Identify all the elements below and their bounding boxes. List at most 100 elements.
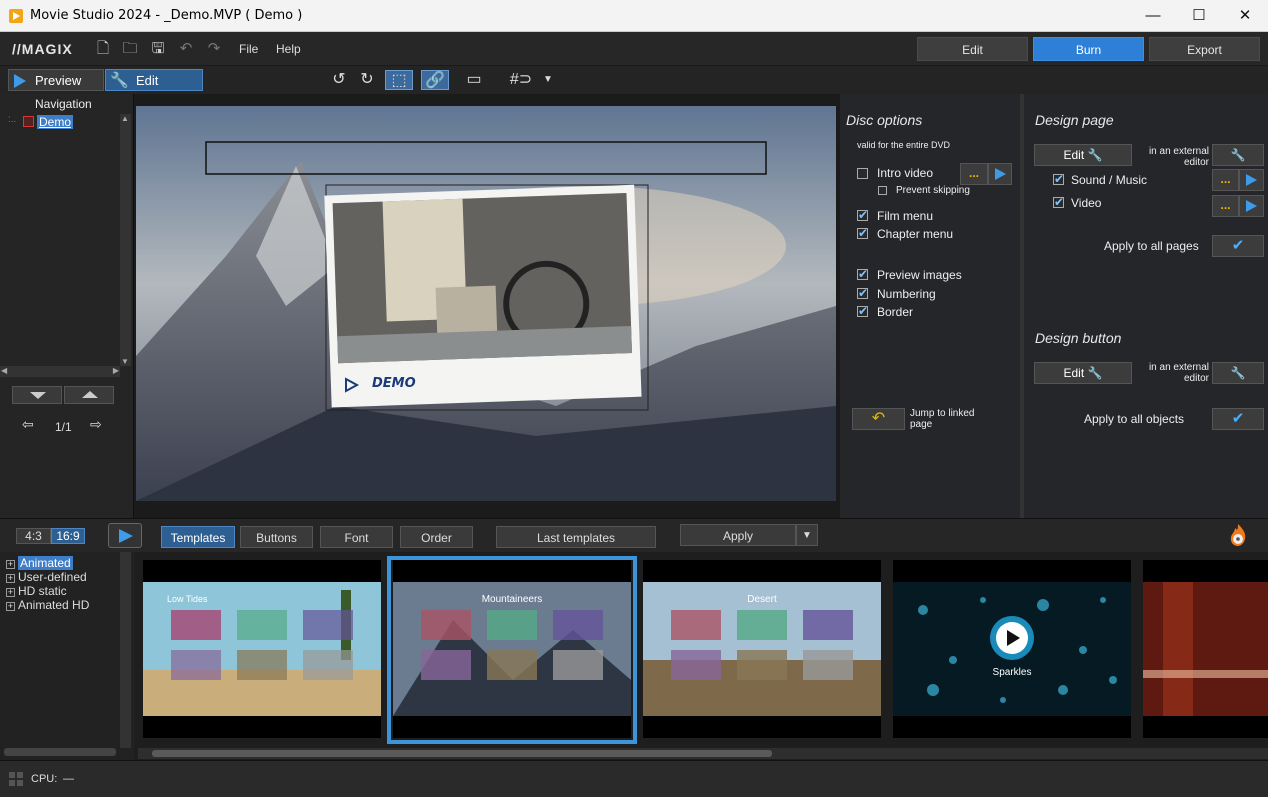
last-templates-button[interactable]: Last templates [496, 526, 656, 548]
thumb-title: Low Tides [167, 594, 208, 604]
sound-music-label: Sound / Music [1071, 173, 1148, 187]
chapter-menu-checkbox[interactable] [857, 226, 868, 240]
jump-label: Jump to linked page [910, 408, 975, 430]
rotate-left-icon[interactable]: ↺ [328, 70, 350, 90]
new-file-icon[interactable]: 🗋 [94, 40, 112, 58]
rotate-right-icon[interactable]: ↻ [356, 70, 378, 90]
edit-mode-button[interactable]: Edit [917, 37, 1028, 61]
nav-scrollbar[interactable]: ▲ ▼ [120, 114, 131, 366]
sound-music-checkbox[interactable] [1053, 172, 1064, 186]
burn-flame-icon [1226, 522, 1250, 548]
burn-mode-button[interactable]: Burn [1033, 37, 1144, 61]
navigation-panel: Navigation :.. Demo ▲ ▼ ◀ ▶ ⇦ 1/1 ⇨ [0, 94, 134, 518]
toolbar: Preview 🔧 Edit ↺ ↻ ⬚ 🔗 ▭ #⊃ ▼ [0, 66, 1268, 94]
design-panel: Design page Edit 🔧 in an external editor… [1024, 94, 1268, 518]
wrench-icon: 🔧 [110, 72, 129, 89]
link-icon[interactable]: 🔗 [421, 70, 449, 90]
play-preview-button[interactable] [108, 523, 142, 548]
tab-templates[interactable]: Templates [161, 526, 235, 548]
tree-item-hd-static[interactable]: + HD static [6, 584, 67, 598]
external-editor-label: in an external editor [1148, 362, 1209, 384]
save-icon[interactable]: 🖫 [149, 40, 167, 58]
export-mode-button[interactable]: Export [1149, 37, 1260, 61]
ratio-4-3-button[interactable]: 4:3 [16, 528, 51, 544]
external-editor-label: in an external editor [1148, 146, 1209, 168]
minimize-button[interactable]: — [1130, 0, 1176, 32]
menu-help[interactable]: Help [276, 42, 301, 56]
tree-item-user-defined[interactable]: + User-defined [6, 570, 87, 584]
design-button-heading: Design button [1035, 330, 1122, 346]
template-hscrollbar[interactable] [138, 748, 1268, 759]
tree-hscrollbar[interactable] [4, 748, 116, 756]
wrench-icon: 🔧 [1230, 148, 1246, 162]
tree-item-demo[interactable]: Demo [37, 115, 74, 129]
template-thumb-red[interactable] [1143, 560, 1268, 738]
menu-file[interactable]: File [239, 42, 258, 56]
app-icon [9, 9, 23, 23]
template-browser: + Animated + User-defined + HD static + Anim… [0, 552, 1268, 760]
prevent-skipping-checkbox[interactable] [878, 186, 887, 195]
scroll-thumb[interactable] [152, 750, 772, 757]
tree-item-animated[interactable]: + Animated [6, 556, 73, 570]
design-button-edit-button[interactable]: Edit 🔧 [1034, 362, 1132, 384]
video-browse-button[interactable]: ... [1212, 195, 1239, 217]
film-menu-checkbox[interactable] [857, 208, 868, 222]
edit-label: Edit [1063, 148, 1085, 162]
edit-button[interactable]: 🔧 Edit [105, 69, 203, 91]
tab-font[interactable]: Font [320, 526, 393, 548]
chevron-down-icon[interactable]: ▼ [541, 70, 555, 90]
preview-button[interactable]: Preview [8, 69, 104, 91]
grid-icon[interactable]: #⊃ [502, 70, 540, 90]
tab-buttons[interactable]: Buttons [240, 526, 313, 548]
undo-icon[interactable]: ↶ [177, 40, 195, 58]
mountain-background [136, 106, 836, 501]
apply-all-objects-label: Apply to all objects [1084, 412, 1185, 426]
template-thumb-mountaineers[interactable]: Mountaineers [393, 560, 631, 738]
film-menu-label: Film menu [877, 209, 934, 223]
play-icon [1246, 174, 1257, 186]
ratio-16-9-button[interactable]: 16:9 [51, 528, 85, 544]
apply-button[interactable]: Apply [680, 524, 796, 546]
video-play-button[interactable] [1239, 195, 1264, 217]
border-checkbox[interactable] [857, 304, 868, 318]
template-category-tree: + Animated + User-defined + HD static + Anim… [0, 552, 134, 760]
intro-video-browse-button[interactable]: ... [960, 163, 988, 185]
intro-video-checkbox[interactable] [857, 168, 868, 179]
tree-item-animated-hd[interactable]: + Animated HD [6, 598, 89, 612]
close-button[interactable]: ✕ [1222, 0, 1268, 32]
template-thumb-desert[interactable]: Desert [643, 560, 881, 738]
move-up-button[interactable] [64, 386, 114, 404]
nav-hscrollbar[interactable]: ◀ ▶ [0, 366, 120, 377]
status-bar: CPU: — [0, 760, 1268, 797]
design-page-edit-button[interactable]: Edit 🔧 [1034, 144, 1132, 166]
magix-logo: //MAGIX [12, 41, 73, 57]
prev-page-icon[interactable]: ⇦ [22, 416, 34, 433]
external-editor-button[interactable]: 🔧 [1212, 144, 1264, 166]
select-area-icon[interactable]: ⬚ [385, 70, 413, 90]
button-external-editor-button[interactable]: 🔧 [1212, 362, 1264, 384]
preview-images-checkbox[interactable] [857, 267, 868, 281]
menu-button-label[interactable]: DEMO [372, 376, 416, 391]
template-thumb-sparkles[interactable]: Sparkles [893, 560, 1131, 738]
maximize-button[interactable]: ☐ [1176, 0, 1222, 32]
sound-play-button[interactable] [1239, 169, 1264, 191]
move-down-button[interactable] [12, 386, 62, 404]
template-thumb-low-tides[interactable]: Low Tides [143, 560, 381, 738]
numbering-checkbox[interactable] [857, 286, 868, 300]
apply-dropdown-chevron-icon[interactable]: ▼ [796, 524, 818, 546]
jump-to-linked-page-button[interactable]: ↶ [852, 408, 905, 430]
open-folder-icon[interactable]: 🗀 [121, 40, 139, 58]
safe-area-icon[interactable]: ▭ [460, 70, 488, 90]
tree-scrollbar[interactable] [120, 552, 131, 748]
redo-icon[interactable]: ↷ [205, 40, 223, 58]
video-checkbox[interactable] [1053, 195, 1064, 209]
apply-all-pages-button[interactable]: ✔ [1212, 235, 1264, 257]
sound-browse-button[interactable]: ... [1212, 169, 1239, 191]
tab-order[interactable]: Order [400, 526, 473, 548]
disc-options-subheading: valid for the entire DVD [857, 140, 951, 150]
wrench-icon: 🔧 [1087, 366, 1103, 380]
next-page-icon[interactable]: ⇨ [90, 416, 102, 433]
intro-video-play-button[interactable] [988, 163, 1012, 185]
disc-options-panel: Disc options valid for the entire DVD In… [840, 94, 1020, 518]
apply-all-objects-button[interactable]: ✔ [1212, 408, 1264, 430]
